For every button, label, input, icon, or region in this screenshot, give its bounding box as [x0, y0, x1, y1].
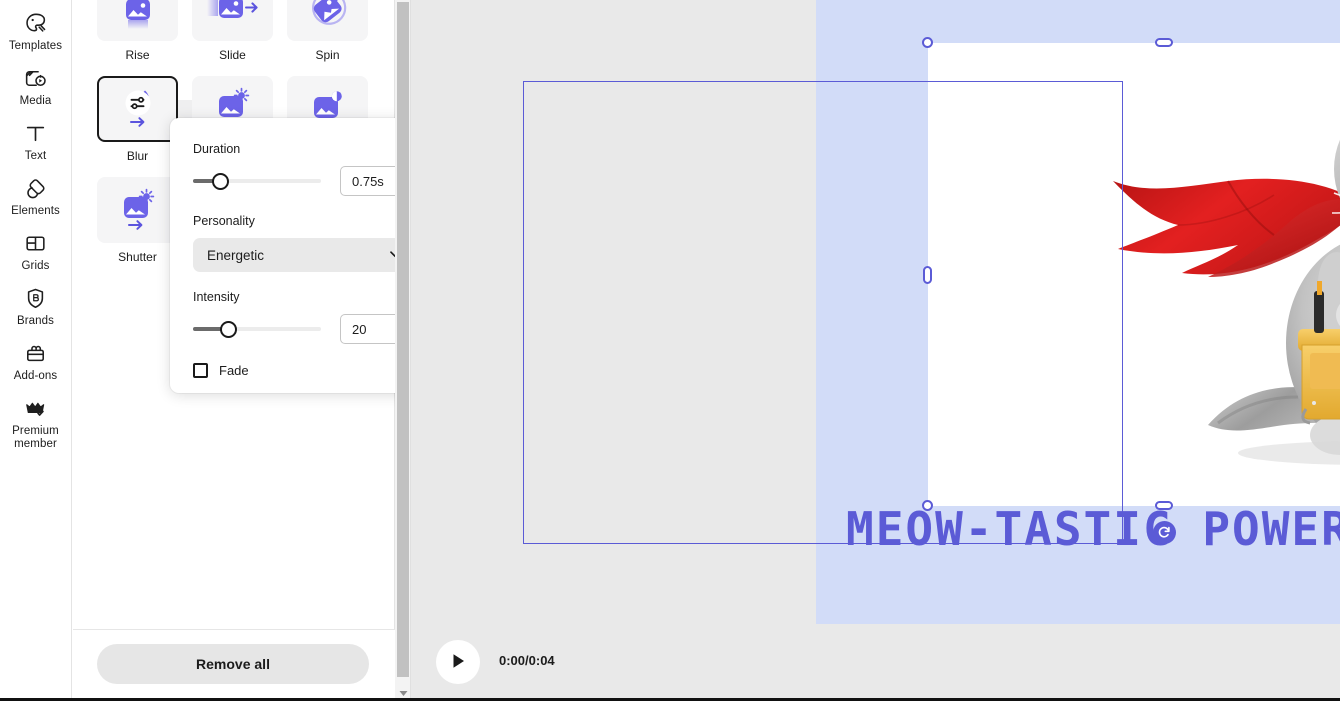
- sidebar-item-label: Elements: [11, 205, 60, 217]
- effect-card-spin[interactable]: Spin: [287, 0, 368, 62]
- duration-value-input[interactable]: 0.75s: [340, 166, 395, 196]
- sidebar-item-label: Premium member: [12, 425, 59, 450]
- effect-label: Shutter: [118, 250, 157, 264]
- effect-label: Rise: [125, 48, 150, 62]
- sidebar-item-label: Grids: [21, 260, 50, 272]
- personality-selected-value: Energetic: [207, 247, 265, 263]
- sidebar-item-grids[interactable]: Grids: [0, 222, 72, 277]
- media-icon: [23, 65, 49, 91]
- duration-label: Duration: [193, 142, 241, 156]
- selection-handle-top-center[interactable]: [1155, 38, 1173, 47]
- playback-bar: 0:00/0:04: [411, 627, 1340, 701]
- left-nav-rail: Templates Media Text Elements Grids Bran…: [0, 0, 72, 701]
- sidebar-item-addons[interactable]: Add-ons: [0, 332, 72, 387]
- effect-settings-popup: Duration 0.75s Personality Energetic Int…: [170, 118, 395, 393]
- spin-animation-icon: [311, 0, 346, 25]
- selection-handle-middle-left[interactable]: [923, 266, 932, 284]
- effect-tile-selected[interactable]: [97, 76, 178, 142]
- effect-label: Spin: [315, 48, 340, 62]
- sidebar-item-label: Add-ons: [13, 370, 58, 382]
- effect-label: Blur: [126, 149, 149, 163]
- sidebar-item-media[interactable]: Media: [0, 57, 72, 112]
- effect-card-blur[interactable]: Blur: [97, 76, 178, 163]
- blur-animation-icon: [125, 90, 150, 127]
- fade-label: Fade: [219, 363, 249, 378]
- crown-icon: [23, 395, 49, 421]
- fade-checkbox[interactable]: [193, 363, 208, 378]
- remove-all-button[interactable]: Remove all: [97, 644, 369, 684]
- effects-scroll-area: Rise Slide Spin Blur Shutter Duration 0.…: [73, 0, 395, 628]
- fade-checkbox-row[interactable]: Fade: [193, 363, 395, 378]
- elements-icon: [23, 175, 49, 201]
- panel-scrollbar[interactable]: [395, 0, 411, 701]
- chevron-down-icon: [388, 247, 395, 264]
- effect-label: Slide: [219, 48, 246, 62]
- addons-icon: [23, 340, 49, 366]
- duration-slider[interactable]: [193, 172, 321, 190]
- sidebar-item-templates[interactable]: Templates: [0, 2, 72, 57]
- intensity-label: Intensity: [193, 290, 240, 304]
- sidebar-item-elements[interactable]: Elements: [0, 167, 72, 222]
- canva-style-editor: Templates Media Text Elements Grids Bran…: [0, 0, 1340, 701]
- sidebar-item-label: Brands: [16, 315, 55, 327]
- slider-thumb[interactable]: [212, 173, 229, 190]
- text-icon: [23, 120, 49, 146]
- effect-card-shutter[interactable]: Shutter: [97, 177, 178, 264]
- effect-card-slide[interactable]: Slide: [192, 0, 273, 62]
- play-button[interactable]: [436, 640, 480, 684]
- intensity-slider[interactable]: [193, 320, 321, 338]
- playback-time-label: 0:00/0:04: [499, 653, 555, 668]
- intensity-row: 20: [193, 314, 395, 344]
- image-selection-frame: [523, 81, 1123, 544]
- sidebar-item-premium-member[interactable]: Premium member: [0, 387, 72, 455]
- effect-tile[interactable]: [287, 0, 368, 41]
- panel-footer: Remove all: [73, 629, 395, 701]
- shutter-animation-icon: [123, 188, 154, 230]
- sidebar-item-brands[interactable]: Brands: [0, 277, 72, 332]
- slide-animation-icon: [206, 0, 258, 18]
- selection-handle-bottom-center[interactable]: [1155, 501, 1173, 510]
- effect-tile[interactable]: [97, 177, 178, 243]
- sidebar-item-label: Text: [24, 150, 47, 162]
- personality-select[interactable]: Energetic: [193, 238, 395, 272]
- brands-icon: [23, 285, 49, 311]
- sidebar-item-text[interactable]: Text: [0, 112, 72, 167]
- templates-icon: [23, 10, 49, 36]
- intensity-value-input[interactable]: 20: [340, 314, 395, 344]
- personality-label: Personality: [193, 214, 255, 228]
- effect-tile[interactable]: [192, 0, 273, 41]
- grids-icon: [23, 230, 49, 256]
- cape: [1113, 178, 1340, 277]
- animation-effects-panel: Rise Slide Spin Blur Shutter Duration 0.…: [73, 0, 395, 701]
- duration-row: 0.75s: [193, 166, 395, 196]
- sidebar-item-label: Media: [19, 95, 52, 107]
- effect-card-rise[interactable]: Rise: [97, 0, 178, 62]
- scrollbar-thumb[interactable]: [397, 2, 409, 677]
- selection-handle-bottom-left[interactable]: [922, 500, 933, 511]
- selection-handle-top-left[interactable]: [922, 37, 933, 48]
- play-icon: [450, 652, 467, 673]
- effect-tile[interactable]: [97, 0, 178, 41]
- editor-stage: CAT SUPERHERO: [411, 0, 1340, 701]
- rise-animation-icon: [125, 0, 150, 29]
- slider-thumb[interactable]: [220, 321, 237, 338]
- rotate-handle-icon[interactable]: [1153, 521, 1176, 544]
- sidebar-item-label: Templates: [8, 40, 63, 52]
